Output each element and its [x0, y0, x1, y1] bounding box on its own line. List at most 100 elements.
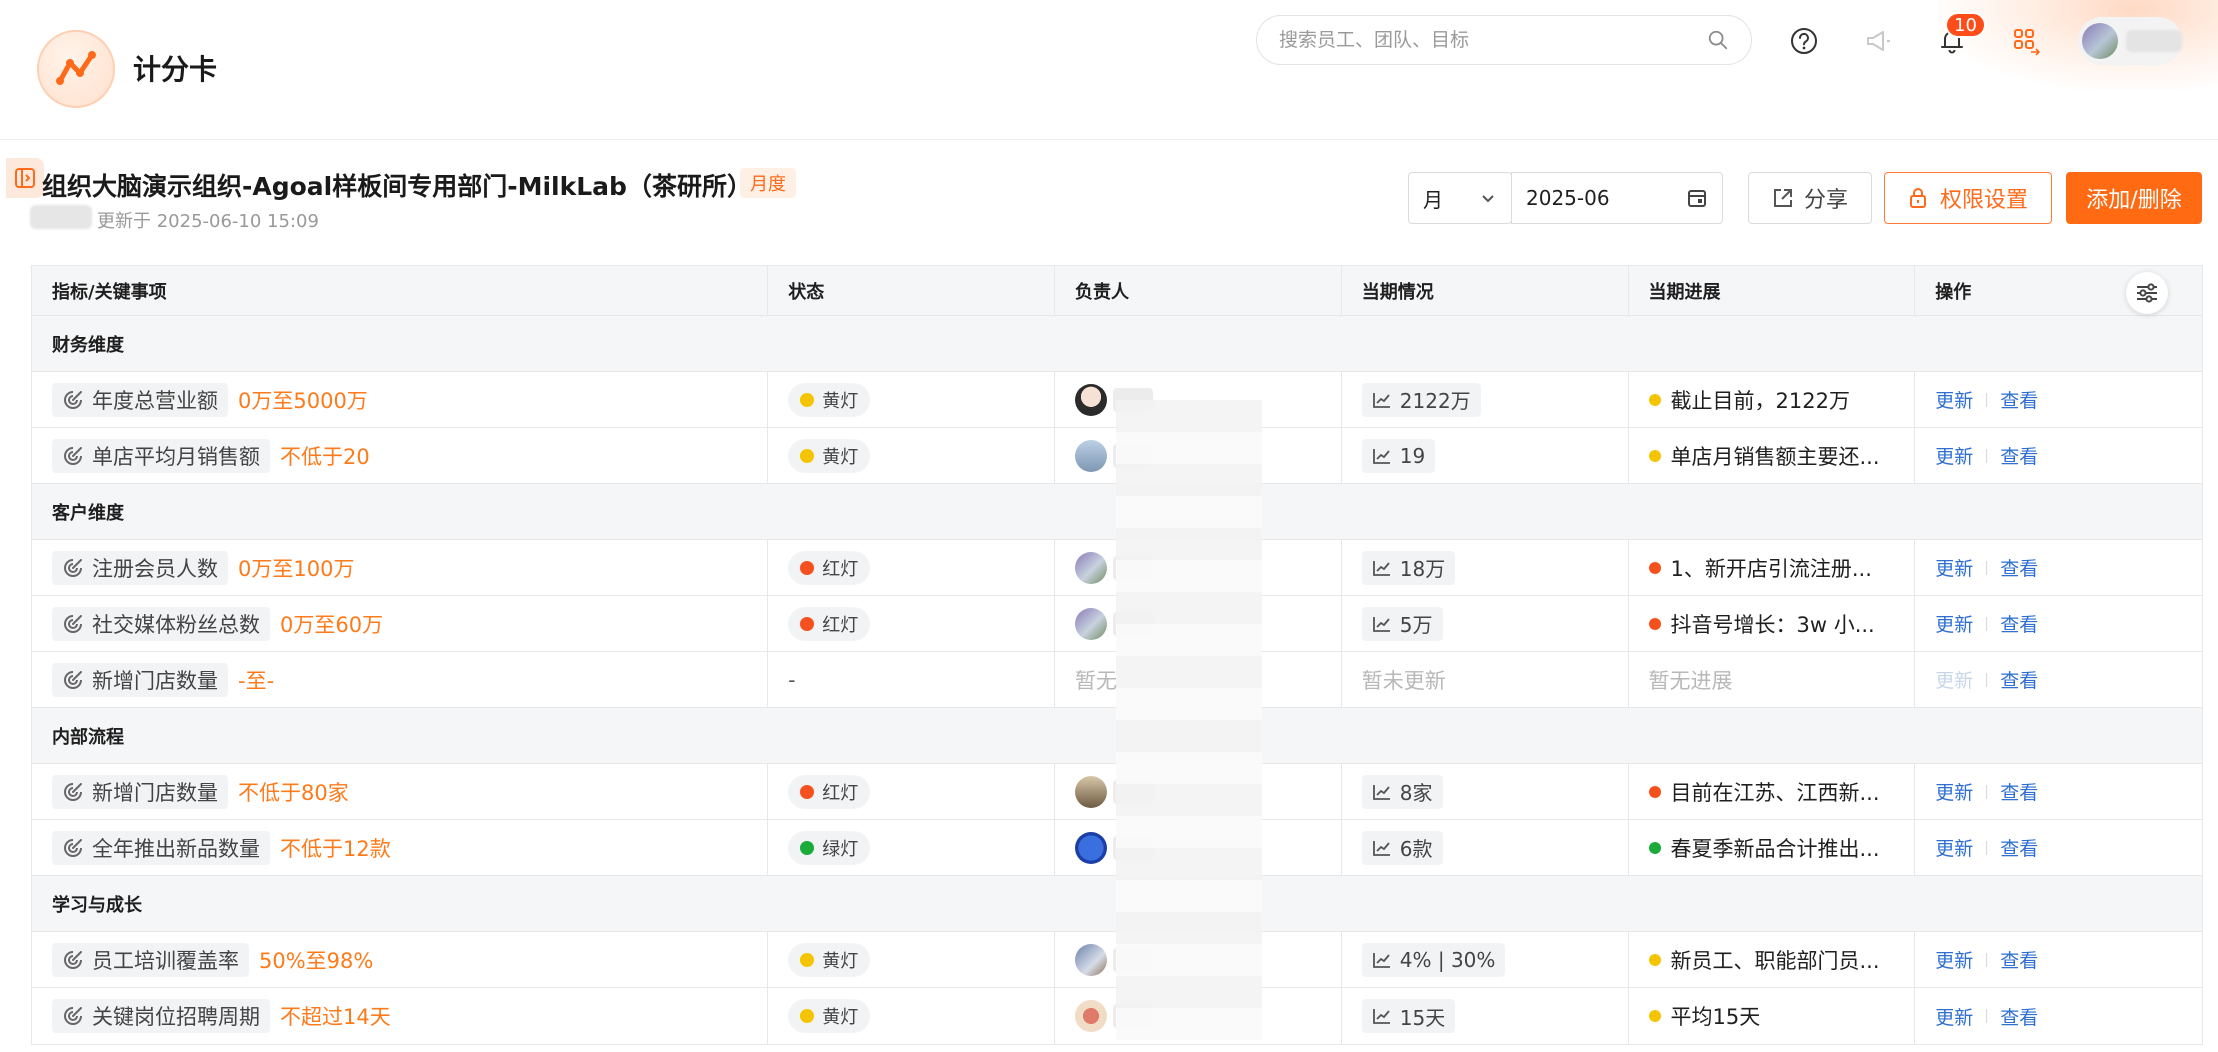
current-value-cell: 2122万 — [1342, 372, 1629, 427]
status-cell: 红灯 — [768, 764, 1056, 819]
progress-note[interactable]: 截止目前，2122万 — [1648, 385, 1850, 415]
progress-dot — [1648, 841, 1661, 854]
metric-chip[interactable]: 新增门店数量 — [52, 774, 228, 809]
update-link: 更新 — [1935, 670, 1974, 692]
column-header: 状态 — [768, 266, 1056, 315]
progress-note[interactable]: 平均15天 — [1648, 1001, 1760, 1031]
view-link[interactable]: 查看 — [2000, 834, 2038, 861]
column-settings-button[interactable] — [2126, 272, 2168, 314]
period-select[interactable]: 月 — [1408, 172, 1512, 224]
search-icon[interactable] — [1707, 29, 1729, 51]
progress-note[interactable]: 新员工、职能部门员... — [1648, 945, 1880, 975]
status-dot — [800, 560, 815, 575]
status-badge: 黄灯 — [788, 942, 871, 977]
view-link[interactable]: 查看 — [2000, 442, 2038, 469]
app-switcher-button[interactable] — [2002, 17, 2050, 65]
view-link[interactable]: 查看 — [2000, 386, 2038, 413]
status-cell: 红灯 — [768, 596, 1056, 651]
actions-cell: 更新 查看 — [1915, 540, 2202, 595]
metric-name: 单店平均月销售额 — [92, 444, 260, 469]
search-box[interactable] — [1256, 15, 1752, 65]
notification-button[interactable]: 10 — [1928, 12, 1986, 65]
date-picker[interactable]: 2025-06 — [1511, 172, 1723, 224]
view-link[interactable]: 查看 — [2000, 554, 2038, 581]
status-cell: 绿灯 — [768, 820, 1056, 875]
app-logo[interactable] — [37, 30, 115, 108]
status-label: 黄灯 — [822, 1007, 859, 1028]
target-icon — [64, 614, 82, 633]
update-link[interactable]: 更新 — [1935, 610, 1973, 637]
status-badge: 红灯 — [788, 774, 871, 809]
metric-chip[interactable]: 全年推出新品数量 — [52, 830, 270, 865]
share-label: 分享 — [1803, 188, 1848, 213]
update-link[interactable]: 更新 — [1935, 442, 1973, 469]
expand-sidebar-icon — [15, 168, 35, 188]
update-link[interactable]: 更新 — [1935, 834, 1973, 861]
metric-chip[interactable]: 关键岗位招聘周期 — [52, 999, 270, 1033]
progress-note[interactable]: 1、新开店引流注册... — [1648, 553, 1872, 583]
view-link[interactable]: 查看 — [2000, 1003, 2038, 1030]
metric-target: 0万至100万 — [238, 556, 355, 581]
status-badge: 红灯 — [788, 550, 871, 585]
progress-note[interactable]: 目前在江苏、江西新... — [1648, 777, 1880, 807]
app-switcher-icon — [2014, 29, 2041, 56]
add-remove-label: 添加/删除 — [2086, 188, 2182, 213]
metric-chip[interactable]: 单店平均月销售额 — [52, 438, 270, 473]
metric-name: 员工培训覆盖率 — [92, 948, 239, 973]
permission-settings-button[interactable]: 权限设置 — [1884, 172, 2052, 224]
actions-cell: 更新 查看 — [1915, 652, 2202, 707]
metric-name: 新增门店数量 — [92, 668, 218, 693]
status-dot — [800, 448, 815, 463]
current-value-cell: 5万 — [1342, 596, 1629, 651]
action-divider — [1986, 952, 1988, 967]
view-link[interactable]: 查看 — [2000, 946, 2038, 973]
sidebar-toggle-button[interactable] — [6, 158, 44, 198]
progress-note[interactable]: 春夏季新品合计推出... — [1648, 833, 1880, 863]
add-remove-button[interactable]: 添加/删除 — [2066, 172, 2202, 224]
update-link[interactable]: 更新 — [1935, 386, 1973, 413]
group-title: 客户维度 — [52, 502, 124, 524]
current-value: 5万 — [1361, 606, 1443, 641]
metric-chip[interactable]: 注册会员人数 — [52, 550, 228, 585]
row-actions: 更新 查看 — [1935, 386, 2038, 413]
announcement-button[interactable] — [1854, 17, 1902, 65]
current-value-text: 8家 — [1399, 781, 1433, 805]
view-link[interactable]: 查看 — [2000, 610, 2038, 637]
progress-text: 春夏季新品合计推出... — [1670, 836, 1880, 861]
current-value: 18万 — [1361, 550, 1456, 585]
progress-note[interactable]: 抖音号增长：3w 小... — [1648, 609, 1875, 639]
group-title: 内部流程 — [52, 726, 124, 748]
metric-name: 全年推出新品数量 — [92, 836, 260, 861]
permission-settings-label: 权限设置 — [1939, 188, 2028, 213]
action-divider — [1986, 840, 1988, 855]
metric-cell: 新增门店数量 -至- — [32, 652, 769, 707]
update-link[interactable]: 更新 — [1935, 554, 1973, 581]
current-value-text: 19 — [1399, 443, 1426, 468]
user-menu[interactable] — [2078, 17, 2182, 65]
share-button[interactable]: 分享 — [1748, 172, 1872, 224]
progress-cell: 单店月销售额主要还... — [1629, 428, 1916, 483]
help-button[interactable] — [1780, 17, 1828, 65]
view-link[interactable]: 查看 — [2000, 666, 2038, 693]
metric-chip[interactable]: 新增门店数量 — [52, 662, 228, 697]
metric-chip[interactable]: 年度总营业额 — [52, 382, 228, 417]
update-link[interactable]: 更新 — [1935, 778, 1973, 805]
owner-avatar — [1075, 607, 1108, 640]
search-input[interactable] — [1279, 29, 1707, 51]
metric-chip[interactable]: 员工培训覆盖率 — [52, 942, 249, 977]
progress-note[interactable]: 单店月销售额主要还... — [1648, 441, 1880, 471]
update-link[interactable]: 更新 — [1935, 1003, 1973, 1030]
actions-cell: 更新 查看 — [1915, 988, 2202, 1044]
view-link[interactable]: 查看 — [2000, 778, 2038, 805]
metric-chip[interactable]: 社交媒体粉丝总数 — [52, 606, 270, 641]
metric-target: 0万至5000万 — [238, 388, 368, 413]
current-value-cell: 19 — [1342, 428, 1629, 483]
row-actions: 更新 查看 — [1935, 834, 2038, 861]
status-cell: 黄灯 — [768, 428, 1056, 483]
actions-cell: 更新 查看 — [1915, 932, 2202, 987]
line-chart-icon — [1372, 448, 1390, 464]
update-link[interactable]: 更新 — [1935, 946, 1973, 973]
status-cell: 红灯 — [768, 540, 1056, 595]
progress-cell: 目前在江苏、江西新... — [1629, 764, 1916, 819]
row-actions: 更新 查看 — [1935, 946, 2038, 973]
